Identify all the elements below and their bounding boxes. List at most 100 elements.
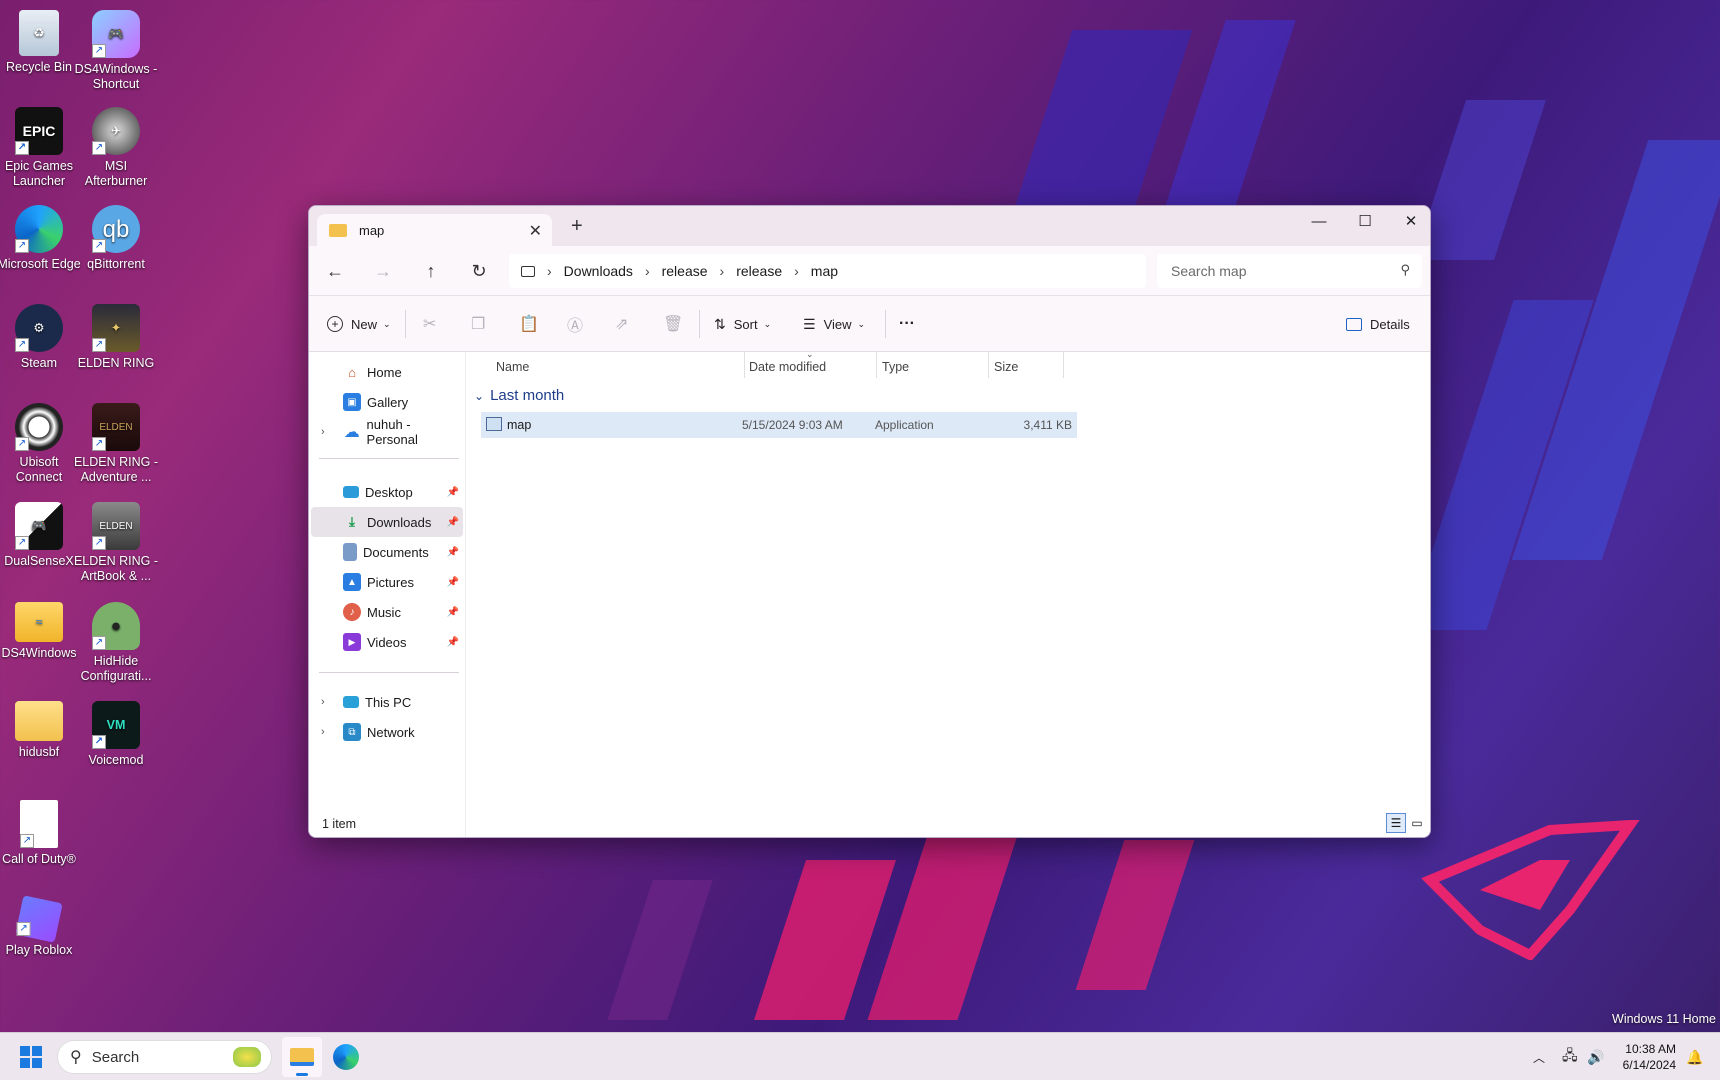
column-divider[interactable] xyxy=(876,352,877,378)
desktop-icon-hidusbf[interactable]: hidusbf xyxy=(0,701,82,760)
nav-item-home[interactable]: ⌂ Home xyxy=(311,357,463,387)
network-status-icon[interactable]: 🖧 xyxy=(1562,1033,1578,1080)
breadcrumb-release-2[interactable]: release xyxy=(736,263,782,279)
column-header-date[interactable]: Date modified xyxy=(749,356,826,378)
back-button[interactable]: ← xyxy=(323,259,347,283)
breadcrumb-downloads[interactable]: Downloads xyxy=(564,263,633,279)
nav-item-label: Documents xyxy=(363,544,429,560)
chevron-right-icon[interactable]: › xyxy=(321,426,325,438)
new-button[interactable]: + New ⌄ xyxy=(327,312,391,336)
nav-item-videos[interactable]: ▶ Videos 📌 xyxy=(311,627,463,657)
desktop-icon-recycle-bin[interactable]: ♻ Recycle Bin xyxy=(0,10,82,75)
show-hidden-icons-button[interactable]: ︿ xyxy=(1533,1033,1545,1080)
breadcrumb-release[interactable]: release xyxy=(662,263,708,279)
navigation-pane: ⌂ Home ▣ Gallery › ☁ nuhuh - Personal De… xyxy=(309,352,466,837)
maximize-button[interactable]: ☐ xyxy=(1342,206,1388,236)
nav-divider xyxy=(319,458,459,459)
desktop-icon-call-of-duty[interactable]: ↗ Call of Duty® xyxy=(0,800,82,867)
cut-button[interactable]: ✂ xyxy=(423,312,436,336)
rename-button[interactable]: Ⓐ xyxy=(567,312,583,336)
desktop-icon-hidhide[interactable]: ☻ ↗ HidHide Configurati... xyxy=(73,602,159,684)
forward-button[interactable]: → xyxy=(371,259,395,283)
desktop-icon-elden-ring-artbook[interactable]: ELDEN ↗ ELDEN RING - ArtBook & ... xyxy=(73,502,159,584)
view-button[interactable]: ☰ View ⌄ xyxy=(803,312,865,336)
nav-item-label: Gallery xyxy=(367,394,409,410)
more-options-button[interactable]: ··· xyxy=(899,312,915,336)
desktop-icon-voicemod[interactable]: VM ↗ Voicemod xyxy=(73,701,159,768)
search-highlight-icon xyxy=(233,1047,261,1067)
copy-button[interactable]: ❐ xyxy=(471,312,485,336)
desktop-icon-elden-ring[interactable]: ✦ ↗ ELDEN RING xyxy=(73,304,159,371)
refresh-button[interactable]: ↻ xyxy=(467,259,491,283)
desktop-icon-edge[interactable]: ↗ Microsoft Edge xyxy=(0,205,82,272)
active-indicator xyxy=(296,1073,308,1076)
new-tab-button[interactable]: + xyxy=(571,215,583,238)
column-header-size[interactable]: Size xyxy=(994,356,1018,378)
close-window-button[interactable]: ✕ xyxy=(1388,206,1430,236)
elden-ring-icon: ✦ ↗ xyxy=(92,304,140,352)
column-header-type[interactable]: Type xyxy=(882,356,909,378)
nav-item-pictures[interactable]: ▲ Pictures 📌 xyxy=(311,567,463,597)
desktop-icon-steam[interactable]: ⚙ ↗ Steam xyxy=(0,304,82,371)
sort-button[interactable]: ⇅ Sort ⌄ xyxy=(714,312,771,336)
airplane-icon: ✈ ↗ xyxy=(92,107,140,155)
file-explorer-taskbar-icon[interactable] xyxy=(282,1037,322,1077)
nav-item-network[interactable]: › ⧉ Network xyxy=(311,717,463,747)
breadcrumb[interactable]: › Downloads › release › release › map xyxy=(509,254,1146,288)
details-pane-button[interactable]: Details xyxy=(1346,312,1410,336)
desktop-icon-ds4windows[interactable]: ≈ DS4Windows xyxy=(0,602,82,661)
desktop-icon-epic-games[interactable]: EPIC ↗ Epic Games Launcher xyxy=(0,107,82,189)
nav-item-documents[interactable]: Documents 📌 xyxy=(311,537,463,567)
breadcrumb-map[interactable]: map xyxy=(811,263,838,279)
edge-taskbar-icon[interactable] xyxy=(333,1044,359,1070)
desktop-icon-dualsensex[interactable]: 🎮 ↗ DualSenseX xyxy=(0,502,82,569)
file-name: map xyxy=(507,418,532,432)
paste-button[interactable]: 📋 xyxy=(519,312,539,336)
desktop-icon-label: Microsoft Edge xyxy=(0,257,81,271)
desktop-icon-msi-afterburner[interactable]: ✈ ↗ MSI Afterburner xyxy=(73,107,159,189)
new-button-label: New xyxy=(351,316,378,332)
document-icon xyxy=(343,543,357,561)
delete-button[interactable]: 🗑 xyxy=(663,312,683,336)
details-view-button[interactable]: ☰ xyxy=(1386,813,1406,833)
desktop-icon-ubisoft[interactable]: ↗ Ubisoft Connect xyxy=(0,403,82,485)
file-type: Application xyxy=(875,418,934,432)
taskbar-search[interactable]: ⚲ Search xyxy=(57,1040,272,1074)
chevron-right-icon: › xyxy=(719,263,725,279)
column-header-name[interactable]: Name xyxy=(496,356,529,378)
chevron-right-icon[interactable]: › xyxy=(321,696,325,708)
desktop-icon-elden-ring-adventure[interactable]: ELDEN ↗ ELDEN RING - Adventure ... xyxy=(73,403,159,485)
taskbar-clock[interactable]: 10:38 AM 6/14/2024 xyxy=(1623,1041,1676,1073)
start-button[interactable] xyxy=(20,1046,42,1068)
nav-item-gallery[interactable]: ▣ Gallery xyxy=(311,387,463,417)
column-divider[interactable] xyxy=(988,352,989,378)
chevron-right-icon[interactable]: › xyxy=(321,726,325,738)
desktop-icon-ds4windows-shortcut[interactable]: 🎮 ↗ DS4Windows - Shortcut xyxy=(73,10,159,92)
desktop-icon-label: DS4Windows - Shortcut xyxy=(74,62,158,91)
nav-item-label: Home xyxy=(367,364,402,380)
desktop-icon-qbittorrent[interactable]: qb ↗ qBittorrent xyxy=(73,205,159,272)
steam-icon: ⚙ ↗ xyxy=(15,304,63,352)
nav-item-onedrive[interactable]: › ☁ nuhuh - Personal xyxy=(311,417,463,447)
up-button[interactable]: ↑ xyxy=(419,259,443,283)
search-input[interactable]: Search map ⚲ xyxy=(1157,254,1422,288)
desktop-icon-label: Recycle Bin xyxy=(6,60,72,74)
large-icons-view-button[interactable]: ▭ xyxy=(1407,813,1427,833)
notification-bell-icon[interactable]: 🔔 xyxy=(1686,1033,1703,1080)
toolbar-divider xyxy=(405,310,406,338)
desktop-icon-roblox[interactable]: ↗ Play Roblox xyxy=(0,895,82,958)
nav-item-music[interactable]: ♪ Music 📌 xyxy=(311,597,463,627)
share-button[interactable]: ⇗ xyxy=(615,312,628,336)
nav-item-desktop[interactable]: Desktop 📌 xyxy=(311,477,463,507)
nav-item-downloads[interactable]: ⤓ Downloads 📌 xyxy=(311,507,463,537)
column-divider[interactable] xyxy=(1063,352,1064,378)
nav-item-this-pc[interactable]: › This PC xyxy=(311,687,463,717)
tab-map[interactable]: map ✕ xyxy=(317,214,552,246)
group-header[interactable]: ⌄ Last month xyxy=(474,387,564,404)
minimize-button[interactable]: — xyxy=(1296,206,1342,236)
nav-divider xyxy=(319,672,459,673)
table-row[interactable]: map 5/15/2024 9:03 AM Application 3,411 … xyxy=(481,412,1077,438)
close-tab-icon[interactable]: ✕ xyxy=(529,221,542,241)
column-divider[interactable] xyxy=(744,352,745,378)
volume-icon[interactable]: 🔊 xyxy=(1587,1033,1604,1080)
